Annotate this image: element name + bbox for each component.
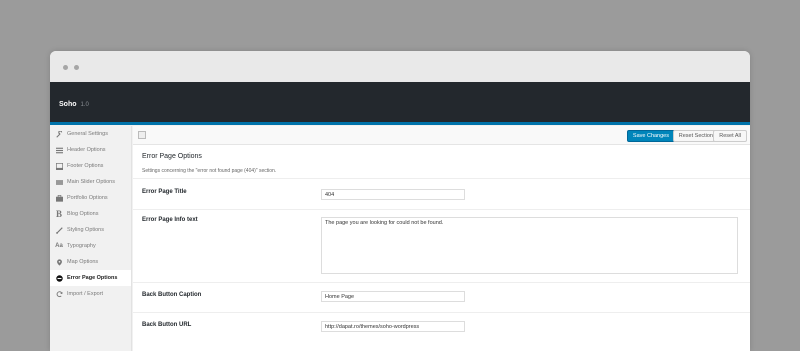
sidebar-item-import-export[interactable]: Import / Export — [50, 286, 131, 302]
sidebar-item-styling-options[interactable]: Styling Options — [50, 222, 131, 238]
sidebar-item-error-page-options[interactable]: Error Page Options — [50, 270, 131, 286]
expand-icon[interactable] — [138, 131, 146, 139]
window-dot — [63, 65, 68, 70]
error-info-textarea[interactable]: The page you are looking for could not b… — [321, 217, 738, 274]
window-titlebar — [50, 51, 750, 82]
minus-circle-icon — [55, 274, 63, 282]
sidebar-item-blog-options[interactable]: B Blog Options — [50, 206, 131, 222]
options-toolbar: Save Changes Reset Section Reset All — [133, 126, 750, 145]
app-version: 1.0 — [80, 102, 89, 108]
back-caption-label: Back Button Caption — [142, 292, 202, 298]
brand-title: Soho 1.0 — [59, 101, 89, 108]
save-button[interactable]: Save Changes — [626, 130, 675, 142]
section-title: Error Page Options — [142, 153, 202, 160]
options-panel: Save Changes Reset Section Reset All Err… — [133, 126, 750, 351]
footer-icon — [55, 162, 63, 170]
sidebar-item-label: Header Options — [67, 147, 106, 153]
back-url-input[interactable]: http://dapat.ro/themes/soho-wordpress — [321, 321, 465, 332]
map-pin-icon — [55, 258, 63, 266]
error-title-label: Error Page Title — [142, 189, 187, 195]
sidebar-item-map-options[interactable]: Map Options — [50, 254, 131, 270]
typography-icon: Aa — [55, 243, 63, 249]
sidebar-item-label: Import / Export — [67, 291, 104, 297]
sidebar-item-portfolio-options[interactable]: Portfolio Options — [50, 190, 131, 206]
app-name: Soho — [59, 101, 77, 108]
sidebar-item-typography[interactable]: Aa Typography — [50, 238, 131, 254]
wrench-icon — [55, 130, 63, 138]
sidebar-item-label: Main Slider Options — [67, 179, 115, 185]
refresh-icon — [55, 290, 63, 298]
sidebar-item-label: Map Options — [67, 259, 99, 265]
section-description: Settings concerning the "error not found… — [142, 168, 277, 174]
sidebar-item-header-options[interactable]: Header Options — [50, 142, 131, 158]
field-row-back-url: Back Button URL http://dapat.ro/themes/s… — [133, 312, 750, 351]
sidebar-item-label: Styling Options — [67, 227, 104, 233]
field-row-back-caption: Back Button Caption Home Page — [133, 282, 750, 312]
brush-icon — [55, 226, 63, 234]
sidebar-item-label: Blog Options — [67, 211, 99, 217]
slider-icon — [55, 178, 63, 186]
sidebar-item-main-slider-options[interactable]: Main Slider Options — [50, 174, 131, 190]
back-caption-input[interactable]: Home Page — [321, 291, 465, 302]
sidebar: General Settings Header Options Footer O… — [50, 126, 132, 351]
sidebar-item-label: Portfolio Options — [67, 195, 108, 201]
reset-all-button[interactable]: Reset All — [713, 130, 747, 142]
sidebar-item-footer-options[interactable]: Footer Options — [50, 158, 131, 174]
back-url-label: Back Button URL — [142, 322, 192, 328]
app-header: Soho 1.0 — [50, 82, 750, 125]
error-info-label: Error Page Info text — [142, 217, 198, 223]
browser-window: Soho 1.0 General Settings Header Options … — [50, 51, 750, 351]
sidebar-item-general-settings[interactable]: General Settings — [50, 126, 131, 142]
sidebar-item-label: Error Page Options — [67, 275, 118, 281]
field-row-error-title: Error Page Title 404 — [133, 178, 750, 209]
sidebar-item-label: Typography — [67, 243, 96, 249]
blog-icon: B — [55, 209, 62, 219]
window-dot — [74, 65, 79, 70]
portfolio-icon — [55, 194, 63, 202]
field-row-error-info: Error Page Info text The page you are lo… — [133, 209, 750, 282]
sidebar-item-label: Footer Options — [67, 163, 104, 169]
sidebar-item-label: General Settings — [67, 131, 108, 137]
reset-section-button[interactable]: Reset Section — [672, 130, 719, 142]
menu-icon — [55, 146, 63, 154]
error-title-input[interactable]: 404 — [321, 189, 465, 200]
